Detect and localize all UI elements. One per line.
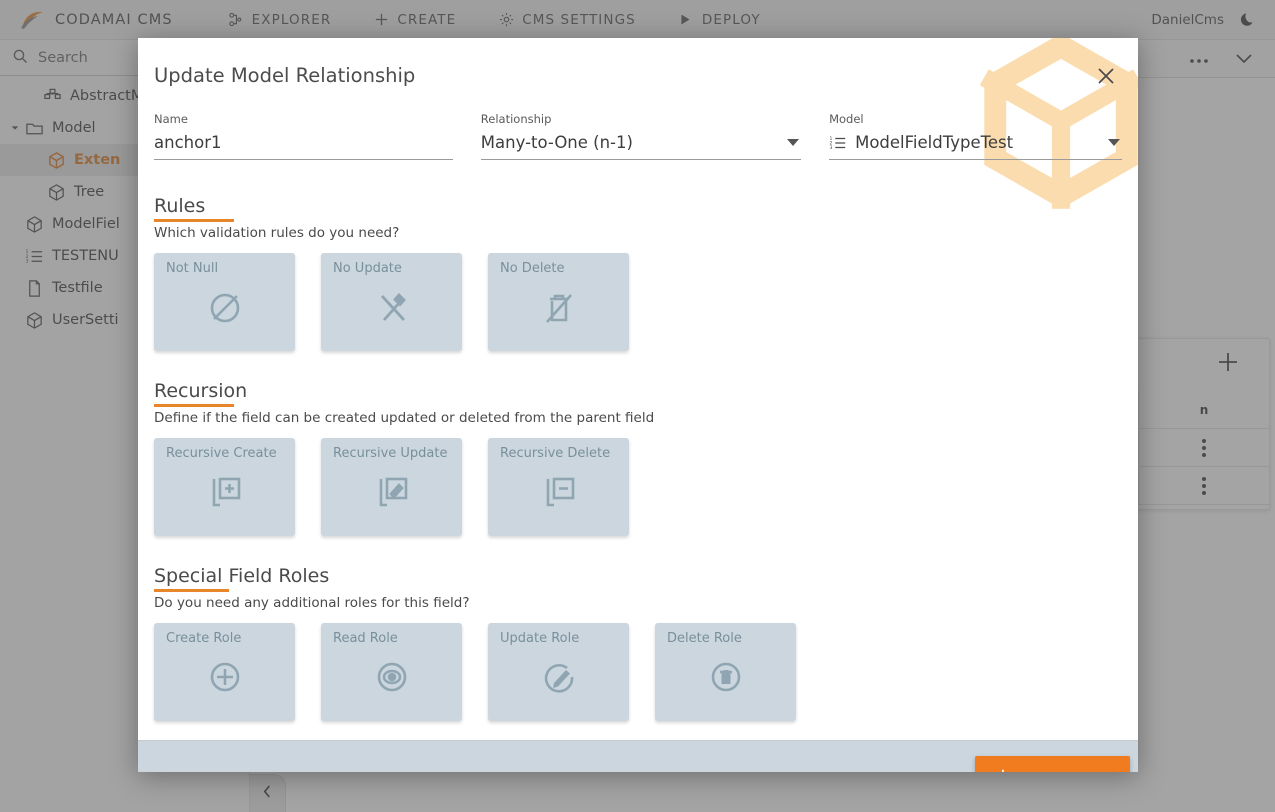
field-name-value: anchor1 — [154, 133, 222, 152]
card-recursive-update[interactable]: Recursive Update — [321, 438, 462, 536]
section-heading-text: Recursion — [154, 380, 248, 402]
field-model-value: ModelFieldTypeTest — [855, 133, 1014, 152]
field-model: Model 1 2 3 ModelFieldTypeTest — [829, 112, 1123, 160]
section-heading-text: Special Field Roles — [154, 565, 330, 587]
card-recursive-delete[interactable]: Recursive Delete — [488, 438, 629, 536]
section-recursion-cards: Recursive Create Recursive Update Recurs… — [154, 438, 1138, 536]
field-model-select[interactable]: 1 2 3 ModelFieldTypeTest — [829, 133, 1123, 160]
card-label: No Delete — [500, 261, 565, 276]
card-read-role[interactable]: Read Role — [321, 623, 462, 721]
section-heading-text: Rules — [154, 195, 206, 217]
field-relationship: Relationship Many-to-One (n-1) — [480, 112, 802, 160]
card-label: Delete Role — [667, 631, 742, 646]
dialog-body: Rules Which validation rules do you need… — [138, 194, 1138, 740]
field-model-label: Model — [829, 112, 864, 126]
section-rules-subtitle: Which validation rules do you need? — [154, 225, 400, 241]
section-recursion-subtitle: Define if the field can be created updat… — [154, 410, 655, 426]
circle-pencil-icon — [535, 652, 583, 700]
card-label: Update Role — [500, 631, 580, 646]
no-entry-icon — [201, 282, 249, 330]
dialog-fields: Name anchor1 Relationship Many-to-One (n… — [154, 112, 1123, 160]
edit-field-button[interactable]: EDIT FIELD — [975, 756, 1130, 772]
card-label: Recursive Delete — [500, 446, 611, 461]
dialog-footer: EDIT FIELD — [138, 740, 1138, 772]
circle-eye-icon — [368, 652, 416, 700]
card-update-role[interactable]: Update Role — [488, 623, 629, 721]
card-label: No Update — [333, 261, 402, 276]
svg-text:3: 3 — [830, 144, 833, 150]
card-create-role[interactable]: Create Role — [154, 623, 295, 721]
card-no-update[interactable]: No Update — [321, 253, 462, 351]
field-name-input[interactable]: anchor1 — [154, 133, 453, 160]
section-rules-cards: Not Null No Update No Delete — [154, 253, 1138, 351]
field-name-label: Name — [154, 112, 188, 126]
dialog-title: Update Model Relationship — [154, 64, 416, 87]
section-roles-subtitle: Do you need any additional roles for thi… — [154, 595, 470, 611]
field-relationship-value: Many-to-One (n-1) — [480, 133, 633, 152]
section-recursion: Recursion Define if the field can be cre… — [138, 379, 1138, 536]
card-label: Read Role — [333, 631, 398, 646]
plus-icon — [995, 768, 1011, 772]
section-roles-cards: Create Role Read Role Update Role Delete… — [154, 623, 1138, 721]
section-special-field-roles: Special Field Roles Do you need any addi… — [138, 564, 1138, 721]
circle-trash-icon — [702, 652, 750, 700]
card-label: Recursive Create — [166, 446, 277, 461]
no-delete-icon — [535, 282, 583, 330]
list-ordered-icon: 1 2 3 — [829, 134, 847, 152]
card-not-null[interactable]: Not Null — [154, 253, 295, 351]
section-rules: Rules Which validation rules do you need… — [138, 194, 1138, 351]
card-delete-role[interactable]: Delete Role — [655, 623, 796, 721]
section-recursion-heading: Recursion — [154, 379, 248, 407]
update-model-relationship-dialog: Update Model Relationship Name anchor1 R… — [138, 38, 1138, 772]
card-label: Create Role — [166, 631, 242, 646]
copy-minus-icon — [535, 467, 583, 515]
section-rules-heading: Rules — [154, 194, 234, 222]
close-icon[interactable] — [1094, 64, 1118, 88]
card-recursive-create[interactable]: Recursive Create — [154, 438, 295, 536]
card-label: Not Null — [166, 261, 219, 276]
chevron-down-icon — [1108, 139, 1121, 146]
app-root: CODAMAI CMS EXPLORER CREA — [0, 0, 1275, 812]
card-label: Recursive Update — [333, 446, 448, 461]
field-relationship-label: Relationship — [480, 112, 552, 126]
copy-plus-icon — [201, 467, 249, 515]
no-edit-icon — [368, 282, 416, 330]
circle-plus-icon — [201, 652, 249, 700]
card-no-delete[interactable]: No Delete — [488, 253, 629, 351]
field-name: Name anchor1 — [154, 112, 453, 160]
heading-underline — [154, 589, 229, 592]
section-roles-heading: Special Field Roles — [154, 564, 330, 592]
field-relationship-select[interactable]: Many-to-One (n-1) — [480, 133, 802, 160]
edit-field-label: EDIT FIELD — [1020, 770, 1110, 773]
copy-edit-icon — [368, 467, 416, 515]
heading-underline — [154, 404, 234, 407]
chevron-down-icon — [787, 139, 800, 146]
heading-underline — [154, 219, 234, 222]
